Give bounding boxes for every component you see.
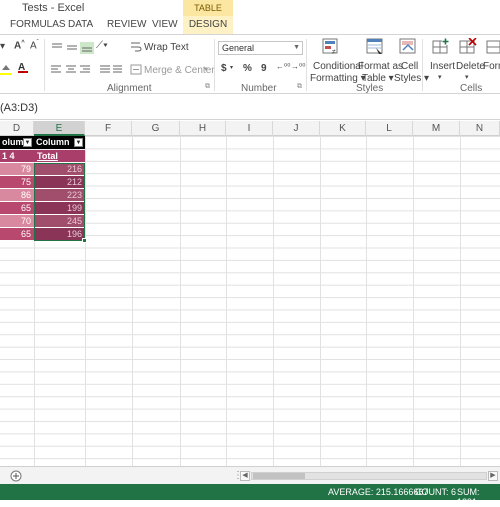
insert-dropdown-icon[interactable]: ▾ [438, 73, 442, 81]
column-header-f[interactable]: F [85, 121, 132, 136]
column-header-d[interactable]: D [0, 121, 34, 136]
horizontal-scrollbar[interactable] [251, 472, 487, 480]
decrease-decimal-button[interactable]: →⁰⁰ [291, 62, 305, 71]
table-cell[interactable]: 65 [0, 202, 34, 214]
column-header-l[interactable]: L [366, 121, 413, 136]
orientation-icon[interactable]: ⟋▾ [96, 40, 108, 51]
table-cell[interactable]: 65 [0, 228, 34, 240]
table-label-cell-d[interactable]: 1 4 [0, 150, 34, 162]
formula-text[interactable]: (A3:D3) [0, 102, 38, 114]
ribbon-separator [44, 39, 45, 91]
tab-design[interactable]: DESIGN [183, 16, 233, 34]
cells-group-label: Cells [460, 83, 483, 94]
wrap-text-icon [131, 42, 142, 52]
svg-text:≠: ≠ [332, 49, 336, 56]
column-headers: D E F G H I J K L M N [0, 121, 500, 136]
format-as-table-label-1[interactable]: Format as [358, 61, 403, 72]
cell-styles-icon [399, 38, 416, 54]
table-cell[interactable]: 86 [0, 189, 34, 201]
font-size-arrow-icon[interactable]: ▾ [0, 41, 5, 52]
filter-dropdown-icon[interactable]: ▼ [23, 138, 32, 147]
conditional-formatting-icon: ≠ [322, 38, 338, 56]
ribbon-separator [306, 39, 307, 91]
sheet-tab-bar: ⋮ ◀ ▶ [0, 466, 500, 484]
format-as-table-icon [366, 38, 383, 54]
number-group-label: Number [241, 83, 277, 94]
increase-decimal-button[interactable]: ←⁰⁰ [276, 62, 290, 71]
scroll-right-icon[interactable]: ▶ [488, 471, 498, 481]
merge-dropdown-icon[interactable]: ▾ [204, 65, 208, 73]
percent-button[interactable]: % [243, 63, 252, 74]
table-header-cell-e[interactable]: Column ▼ [34, 136, 85, 149]
tab-review[interactable]: REVIEW [107, 19, 146, 30]
merge-center-icon [130, 64, 142, 75]
tab-data[interactable]: DATA [68, 19, 93, 30]
column-header-n[interactable]: N [460, 121, 500, 136]
ribbon-separator [422, 39, 423, 91]
add-sheet-icon[interactable] [10, 470, 22, 482]
column-header-h[interactable]: H [180, 121, 226, 136]
table-cell[interactable]: 79 [0, 163, 34, 175]
alignment-group-label: Alignment [107, 83, 152, 94]
column-header-j[interactable]: J [273, 121, 320, 136]
cell-styles-label-1[interactable]: Cell [401, 61, 418, 72]
status-average: AVERAGE: 215.1666667 [328, 487, 429, 497]
table-label-cell-e[interactable]: Total [34, 150, 85, 162]
tab-formulas[interactable]: FORMULAS [10, 19, 66, 30]
styles-group-label: Styles [356, 83, 384, 94]
insert-button[interactable]: Insert [430, 61, 455, 72]
number-format-dropdown[interactable]: General ▼ [218, 41, 303, 55]
format-cells-icon [486, 40, 500, 54]
title-bar: Tests - Excel TABLE TOOLS [0, 0, 500, 29]
chevron-down-icon: ▼ [293, 44, 300, 51]
formula-bar-area [0, 94, 500, 120]
delete-cells-icon [459, 38, 477, 54]
table-cell[interactable]: 70 [0, 215, 34, 227]
alignment-icons[interactable] [50, 64, 122, 76]
format-button[interactable]: Format [483, 61, 500, 72]
table-header-cell-d[interactable]: olumn ▼ [0, 136, 34, 149]
decrease-font-icon[interactable]: Aˇ [30, 40, 39, 51]
scrollbar-thumb[interactable] [253, 473, 305, 479]
fill-handle[interactable] [82, 238, 87, 243]
number-format-value: General [222, 43, 255, 53]
cell-styles-label-2[interactable]: Styles ▾ [394, 73, 429, 84]
table-tools-context-label: TABLE TOOLS [183, 0, 233, 29]
conditional-formatting-label-1[interactable]: Conditional [313, 61, 363, 72]
filter-dropdown-icon[interactable]: ▼ [74, 138, 83, 147]
column-header-e[interactable]: E [34, 121, 85, 136]
worksheet-grid[interactable]: olumn ▼ Column ▼ 1 4 Total 79 75 86 65 7… [0, 136, 500, 466]
scroll-left-icon[interactable]: ◀ [240, 471, 250, 481]
table-cell[interactable]: 75 [0, 176, 34, 188]
status-sum: SUM: 1291 [457, 487, 480, 507]
selection-range [34, 163, 85, 241]
insert-cells-icon [432, 38, 449, 54]
comma-button[interactable]: 9 [261, 63, 267, 74]
number-dialog-launcher-icon[interactable]: ⧉ [297, 83, 302, 91]
status-count: COUNT: 6 [415, 487, 457, 497]
tab-view[interactable]: VIEW [152, 19, 178, 30]
ribbon-separator [214, 39, 215, 91]
delete-button[interactable]: Delete [456, 61, 485, 72]
column-header-g[interactable]: G [132, 121, 180, 136]
delete-dropdown-icon[interactable]: ▾ [465, 73, 469, 81]
window-title: Tests - Excel [22, 2, 85, 14]
ribbon-tabs: FORMULAS DATA REVIEW VIEW [0, 16, 500, 34]
wrap-text-button[interactable]: Wrap Text [144, 42, 189, 53]
currency-button[interactable]: $ [221, 63, 227, 74]
column-header-i[interactable]: I [226, 121, 273, 136]
font-color-icon[interactable]: A [18, 62, 28, 73]
status-bar: AVERAGE: 215.1666667 COUNT: 6 SUM: 1291 [0, 484, 500, 507]
ribbon: ▾ A^ Aˇ A ⟋▾ Wrap Text Merge & Center ▾ … [0, 34, 500, 94]
column-header-k[interactable]: K [320, 121, 366, 136]
increase-font-icon[interactable]: A^ [14, 40, 25, 51]
column-header-m[interactable]: M [413, 121, 460, 136]
alignment-dialog-launcher-icon[interactable]: ⧉ [205, 83, 210, 91]
currency-dropdown-icon[interactable]: ▾ [230, 64, 233, 71]
fill-color-icon[interactable] [0, 63, 12, 78]
